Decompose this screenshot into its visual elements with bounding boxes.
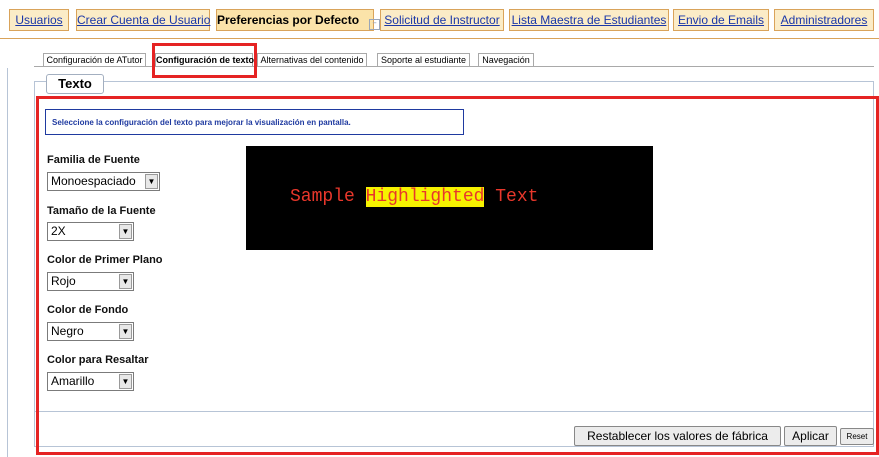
section-title: Texto [46,74,104,94]
subtab-soporte[interactable]: Soporte al estudiante [377,53,470,67]
tab-preferencias[interactable]: Preferencias por Defecto – [216,9,381,31]
subtab-alternativas[interactable]: Alternativas del contenido [257,53,367,67]
tab-envio-emails[interactable]: Envio de Emails [673,9,769,31]
minimize-icon[interactable]: – [369,19,381,30]
top-tab-bar: Usuarios Crear Cuenta de Usuario Prefere… [0,0,879,39]
page-left-rule [7,68,8,457]
tab-usuarios[interactable]: Usuarios [9,9,69,31]
subtab-navegacion[interactable]: Navegación [478,53,534,67]
tab-lista-maestra[interactable]: Lista Maestra de Estudiantes [509,9,669,31]
tab-preferencias-label: Preferencias por Defecto [217,13,360,27]
active-subtab-highlight [152,43,257,78]
subtab-atutor[interactable]: Configuración de ATutor [43,53,146,67]
tab-solicitud-instructor[interactable]: Solicitud de Instructor [380,9,504,31]
tab-crear-cuenta[interactable]: Crear Cuenta de Usuario [76,9,210,31]
settings-highlight-frame [36,96,879,455]
tab-administradores[interactable]: Administradores [774,9,874,31]
